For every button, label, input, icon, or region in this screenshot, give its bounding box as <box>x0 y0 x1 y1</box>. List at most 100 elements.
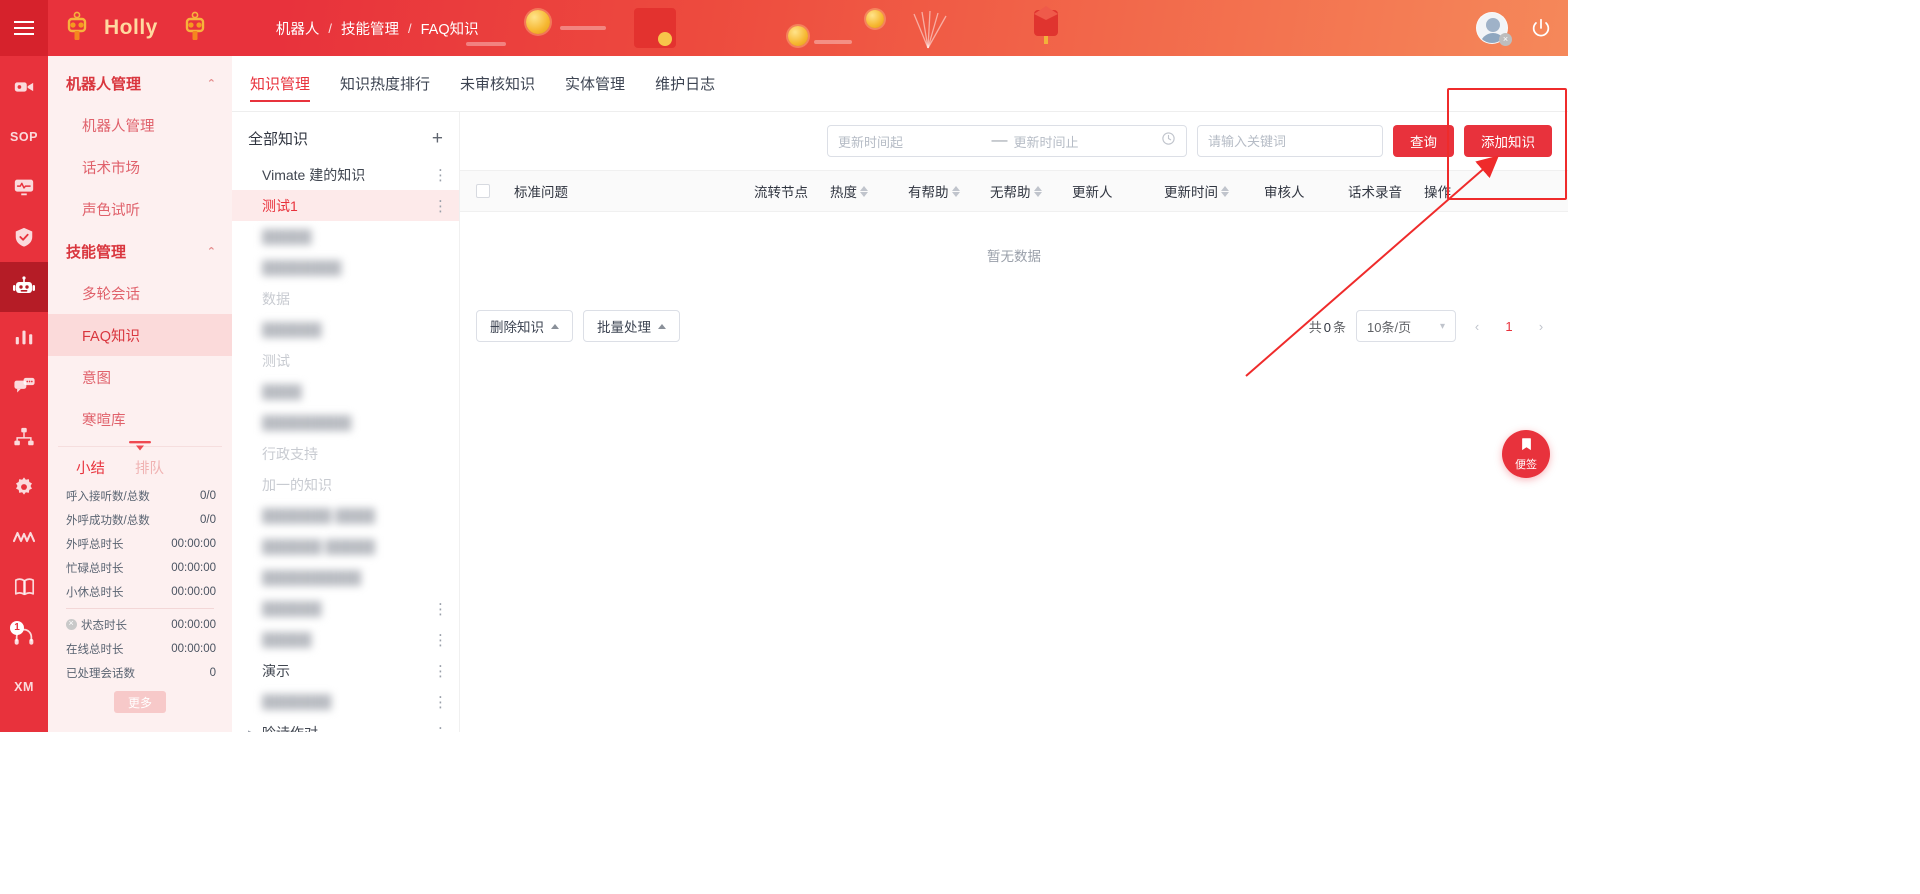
next-page-button[interactable]: › <box>1530 319 1552 334</box>
tree-node[interactable]: ██████ <box>232 314 459 345</box>
tree-node[interactable]: 测试1 ⋮ <box>232 190 459 221</box>
tree-node[interactable]: 演示 ⋮ <box>232 655 459 686</box>
tree-node[interactable]: 加一的知识 <box>232 469 459 500</box>
column-updater[interactable]: 更新人 <box>1072 181 1164 201</box>
tree-node-menu-icon[interactable]: ⋮ <box>433 631 449 649</box>
tab-knowledge-management[interactable]: 知识管理 <box>250 56 311 112</box>
sidebar-item-faq-knowledge[interactable]: FAQ知识 <box>48 314 232 356</box>
column-heat[interactable]: 热度 <box>830 181 908 201</box>
sidebar-item-waveform[interactable] <box>0 512 48 562</box>
column-standard-question[interactable]: 标准问题 <box>514 181 754 201</box>
tree-node[interactable]: ███████ ⋮ <box>232 686 459 717</box>
column-update-time[interactable]: 更新时间 <box>1164 181 1264 201</box>
date-range-dash: — <box>991 132 1008 149</box>
sidebar-item-sop[interactable]: SOP <box>0 112 48 162</box>
sidebar-item-settings[interactable] <box>0 462 48 512</box>
tab-unreviewed-knowledge[interactable]: 未审核知识 <box>460 56 535 112</box>
tree-node[interactable]: ███████ ████ <box>232 500 459 531</box>
sidebar-item-analytics[interactable] <box>0 312 48 362</box>
sort-icon[interactable] <box>1033 185 1042 197</box>
sop-text: SOP <box>10 130 38 144</box>
tree-node[interactable]: █████████ <box>232 407 459 438</box>
plus-icon[interactable]: + <box>432 129 443 148</box>
sidebar-item-robot[interactable] <box>0 262 48 312</box>
prev-page-button[interactable]: ‹ <box>1466 319 1488 334</box>
nav-group-robot-management[interactable]: 机器人管理 ⌃ <box>48 62 232 104</box>
tab-maintenance-log[interactable]: 维护日志 <box>655 56 715 112</box>
nav-group-skill-management[interactable]: 技能管理 ⌃ <box>48 230 232 272</box>
tree-node[interactable]: 行政支持 <box>232 438 459 469</box>
sidebar-item-org-tree[interactable] <box>0 412 48 462</box>
tab-entity-management[interactable]: 实体管理 <box>565 56 625 112</box>
app-brand: Holly <box>104 16 158 39</box>
date-range-picker[interactable]: 更新时间起 — 更新时间止 <box>827 125 1187 157</box>
tree-node-menu-icon[interactable]: ⋮ <box>433 662 449 680</box>
column-label: 话术录音 <box>1348 185 1402 200</box>
tree-header: 全部知识 + <box>232 112 459 159</box>
icon-rail: SOP 1 XM <box>0 56 48 732</box>
stats-collapse-handle[interactable] <box>127 440 153 453</box>
sticky-note-fab[interactable]: 便签 <box>1502 430 1550 478</box>
tree-node[interactable]: ██████ █████ <box>232 531 459 562</box>
sidebar-item-knowledge-book[interactable] <box>0 562 48 612</box>
tab-queue[interactable]: 排队 <box>135 457 164 478</box>
sidebar-item-video-camera[interactable] <box>0 62 48 112</box>
tree-node[interactable]: █████ <box>232 221 459 252</box>
tree-title: 全部知识 <box>248 131 309 148</box>
query-button[interactable]: 查询 <box>1393 125 1454 157</box>
tree-node-menu-icon[interactable]: ⋮ <box>433 600 449 618</box>
batch-process-button[interactable]: 批量处理 <box>583 310 680 342</box>
column-label: 热度 <box>830 185 857 200</box>
sidebar-item-multi-turn-dialog[interactable]: 多轮会话 <box>48 272 232 314</box>
sidebar-item-headset[interactable]: 1 <box>0 612 48 662</box>
sidebar-item-voice-audition[interactable]: 声色试听 <box>48 188 232 230</box>
sidebar-item-script-market[interactable]: 话术市场 <box>48 146 232 188</box>
tree-node-menu-icon[interactable]: ⋮ <box>433 693 449 711</box>
page-number-1[interactable]: 1 <box>1498 319 1520 334</box>
column-not-helpful[interactable]: 无帮助 <box>990 181 1072 201</box>
tree-node-menu-icon[interactable]: ⋮ <box>433 197 449 215</box>
more-button[interactable]: 更多 <box>114 691 166 713</box>
column-flow-node[interactable]: 流转节点 <box>754 181 830 201</box>
tree-node[interactable]: 数据 <box>232 283 459 314</box>
tree-node[interactable]: █████ ⋮ <box>232 624 459 655</box>
sidebar-item-xm[interactable]: XM <box>0 662 48 712</box>
breadcrumb-item-robot[interactable]: 机器人 <box>276 18 320 39</box>
sidebar-item-intent[interactable]: 意图 <box>48 356 232 398</box>
column-operations[interactable]: 操作 <box>1424 181 1484 201</box>
tab-summary[interactable]: 小结 <box>76 457 105 478</box>
tree-node-menu-icon[interactable]: ⋮ <box>433 166 449 184</box>
tree-node[interactable]: ████ <box>232 376 459 407</box>
avatar-head <box>1486 18 1500 32</box>
sidebar-item-robot-management[interactable]: 机器人管理 <box>48 104 232 146</box>
add-knowledge-button[interactable]: 添加知识 <box>1464 125 1552 157</box>
tree-node-menu-icon[interactable]: ⋮ <box>433 724 449 733</box>
sort-icon[interactable] <box>951 185 960 197</box>
sidebar-item-chat[interactable] <box>0 362 48 412</box>
avatar-wrapper[interactable]: × <box>1476 12 1512 46</box>
tree-node[interactable]: ██████ ⋮ <box>232 593 459 624</box>
column-script-recording[interactable]: 话术录音 <box>1348 181 1424 201</box>
tab-knowledge-heat-ranking[interactable]: 知识热度排行 <box>340 56 430 112</box>
column-helpful[interactable]: 有帮助 <box>908 181 990 201</box>
sidebar-item-chitchat-library[interactable]: 寒暄库 <box>48 398 232 440</box>
breadcrumb-item-skill[interactable]: 技能管理 <box>341 18 399 39</box>
power-icon[interactable] <box>1530 17 1552 39</box>
tree-node[interactable]: ▸吟诗作对⋮ <box>232 717 459 733</box>
delete-knowledge-button[interactable]: 删除知识 <box>476 310 573 342</box>
sidebar-item-monitor[interactable] <box>0 162 48 212</box>
sort-icon[interactable] <box>1221 185 1229 197</box>
sidebar-item-shield[interactable] <box>0 212 48 262</box>
tree-node[interactable]: Vimate 建的知识 ⋮ <box>232 159 459 190</box>
breadcrumb-item-faq[interactable]: FAQ知识 <box>421 18 479 39</box>
sort-icon[interactable] <box>860 185 868 197</box>
page-size-select[interactable]: 10条/页 ▾ <box>1356 310 1456 342</box>
select-all-checkbox[interactable] <box>476 184 490 198</box>
caret-right-icon[interactable]: ▸ <box>248 727 262 732</box>
search-input[interactable] <box>1197 125 1383 157</box>
menu-toggle-button[interactable] <box>0 0 48 56</box>
tree-node[interactable]: ██████████ <box>232 562 459 593</box>
column-reviewer[interactable]: 审核人 <box>1264 181 1348 201</box>
tree-node[interactable]: ████████ <box>232 252 459 283</box>
tree-node[interactable]: 测试 <box>232 345 459 376</box>
